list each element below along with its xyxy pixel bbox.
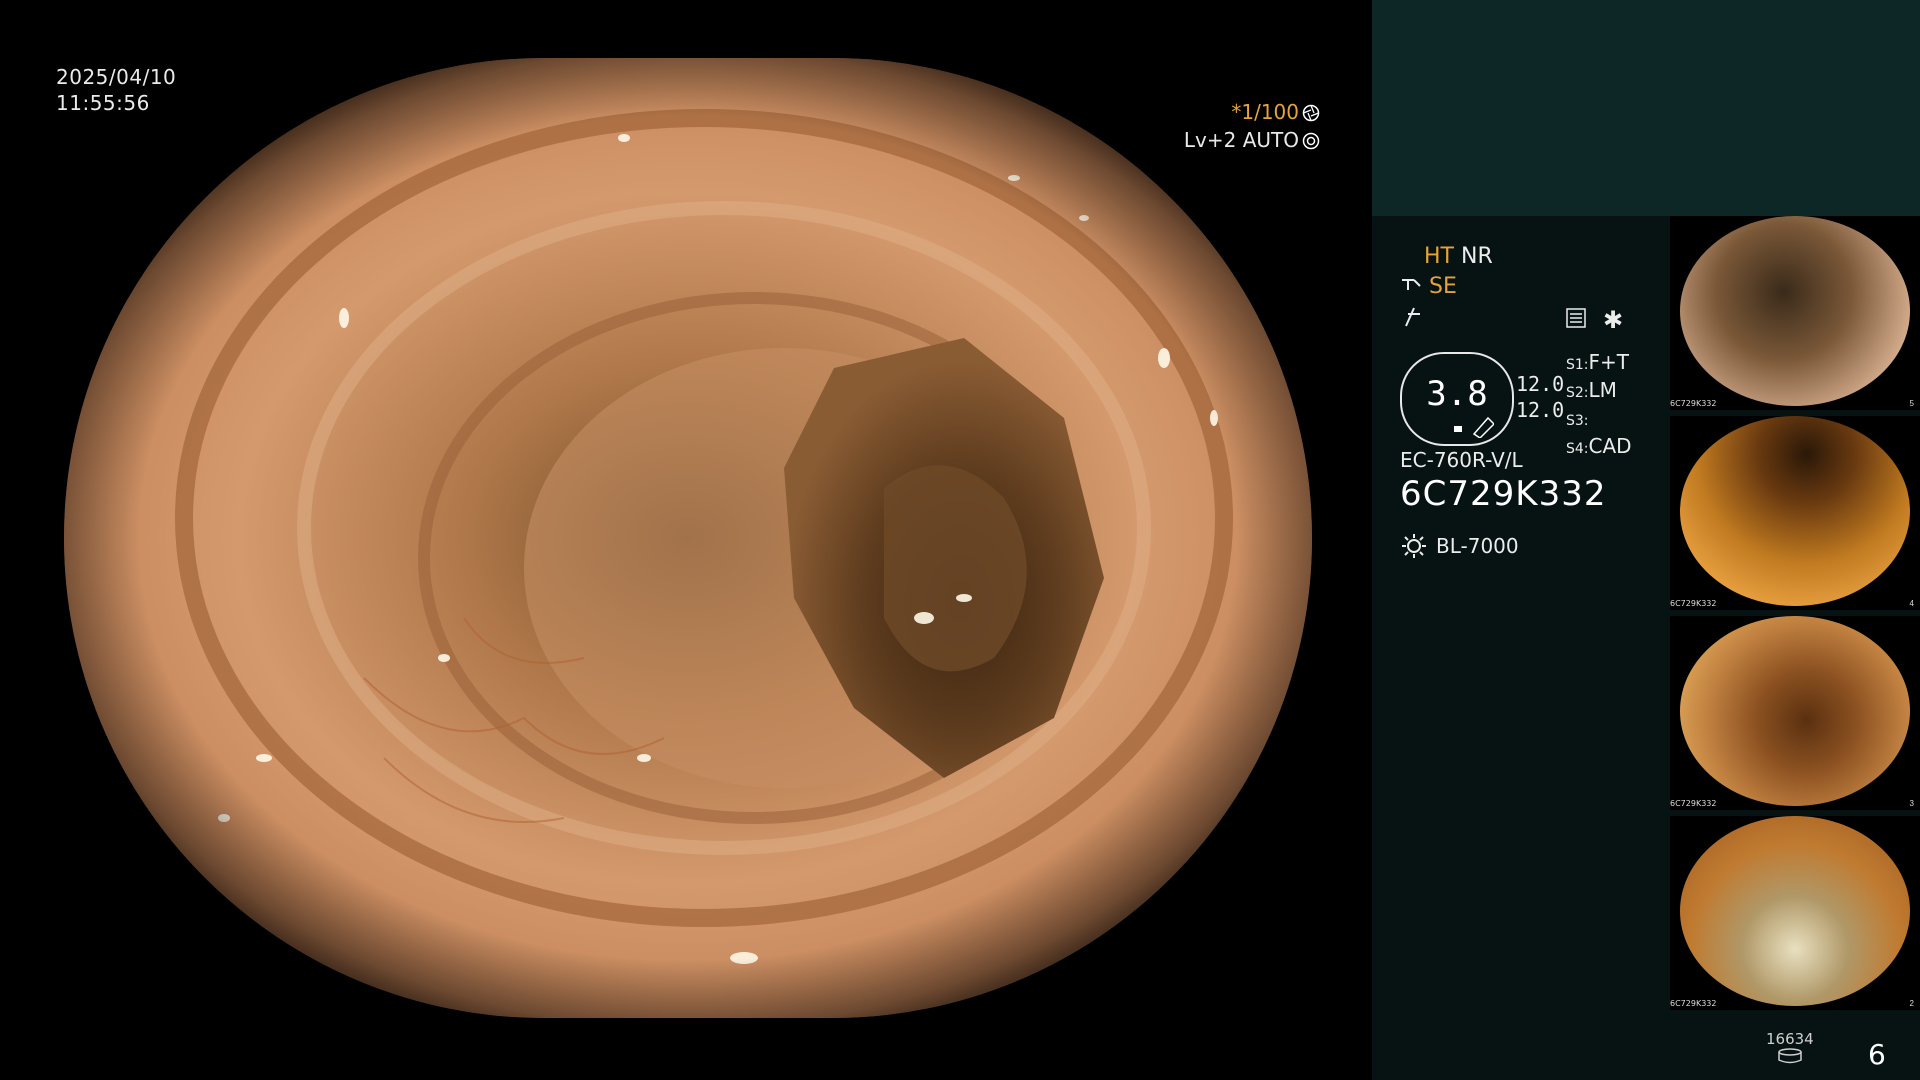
date-label: 2025/04/10 xyxy=(56,65,177,89)
asterisk-icon: ✱ xyxy=(1603,306,1624,334)
brightness-level: Lv+2 AUTO xyxy=(1183,128,1299,152)
thumbnail-3[interactable]: 6C729K332 3 xyxy=(1670,616,1920,810)
scope-model: EC-760R-V/L xyxy=(1400,448,1523,472)
panel-header-area xyxy=(1372,0,1920,216)
capture-thumbnails: 6C729K332 5 6C729K332 4 6C729K332 3 6C72… xyxy=(1670,216,1920,1016)
light-source: BL-7000 xyxy=(1400,532,1519,560)
color-mode-row xyxy=(1402,306,1424,334)
thumbnail-image xyxy=(1680,416,1910,606)
thumbnail-1[interactable]: 6C729K332 5 xyxy=(1670,216,1920,410)
colon-lumen-image xyxy=(64,58,1312,1018)
scope-serial: 6C729K332 xyxy=(1400,474,1607,514)
settings-row: ✱ xyxy=(1566,306,1623,334)
gain-value-2: 12.0 xyxy=(1516,398,1565,422)
switch-s1: S1:F+T xyxy=(1566,350,1629,374)
switch-s4: S4:CAD xyxy=(1566,434,1632,458)
pencil-icon xyxy=(1454,416,1494,438)
iris-icon xyxy=(1302,132,1320,150)
ht-mode: HT xyxy=(1424,244,1454,269)
shutter-speed: *1/100 xyxy=(1231,100,1299,124)
storage-icon xyxy=(1778,1048,1802,1064)
thumbnail-image xyxy=(1680,816,1910,1006)
thumbnail-4[interactable]: 6C729K332 2 xyxy=(1670,816,1920,1010)
switch-s2: S2:LM xyxy=(1566,378,1617,402)
brightness-indicator: 3.8 xyxy=(1400,352,1514,446)
endoscope-viewport: 2025/04/10 11:55:56 *1/100 Lv+2 AUTO xyxy=(0,0,1372,1080)
nr-mode: NR xyxy=(1460,244,1493,269)
thumbnail-image xyxy=(1680,616,1910,806)
light-source-label: BL-7000 xyxy=(1436,534,1519,558)
date-time-stamp: 2025/04/10 11:55:56 xyxy=(56,64,176,116)
switch-s3: S3: xyxy=(1566,413,1589,429)
thumbnail-image xyxy=(1680,216,1910,406)
counter-value: 16634 xyxy=(1766,1030,1814,1048)
menu-list-icon xyxy=(1566,308,1586,328)
exposure-overlay: *1/100 Lv+2 AUTO xyxy=(1184,98,1320,154)
gain-value-1: 12.0 xyxy=(1516,372,1565,396)
brightness-value: 3.8 xyxy=(1426,374,1488,414)
scope-tip-icon xyxy=(1402,279,1421,290)
enhancement-modes: HT NR xyxy=(1424,244,1493,269)
structure-enhancement: SE xyxy=(1400,274,1457,299)
page-index: 6 xyxy=(1868,1038,1886,1071)
se-mode: SE xyxy=(1429,274,1457,299)
scope-switch-list: S1:F+T S2:LM S3: S4:CAD xyxy=(1566,350,1632,462)
filter-slash-icon xyxy=(1405,307,1420,327)
thumbnail-2[interactable]: 6C729K332 4 xyxy=(1670,416,1920,610)
aperture-icon xyxy=(1302,104,1320,122)
endoscope-image xyxy=(64,58,1312,1018)
lamp-icon xyxy=(1402,534,1426,558)
image-counter: 16634 xyxy=(1766,1030,1814,1068)
time-label: 11:55:56 xyxy=(56,91,150,115)
